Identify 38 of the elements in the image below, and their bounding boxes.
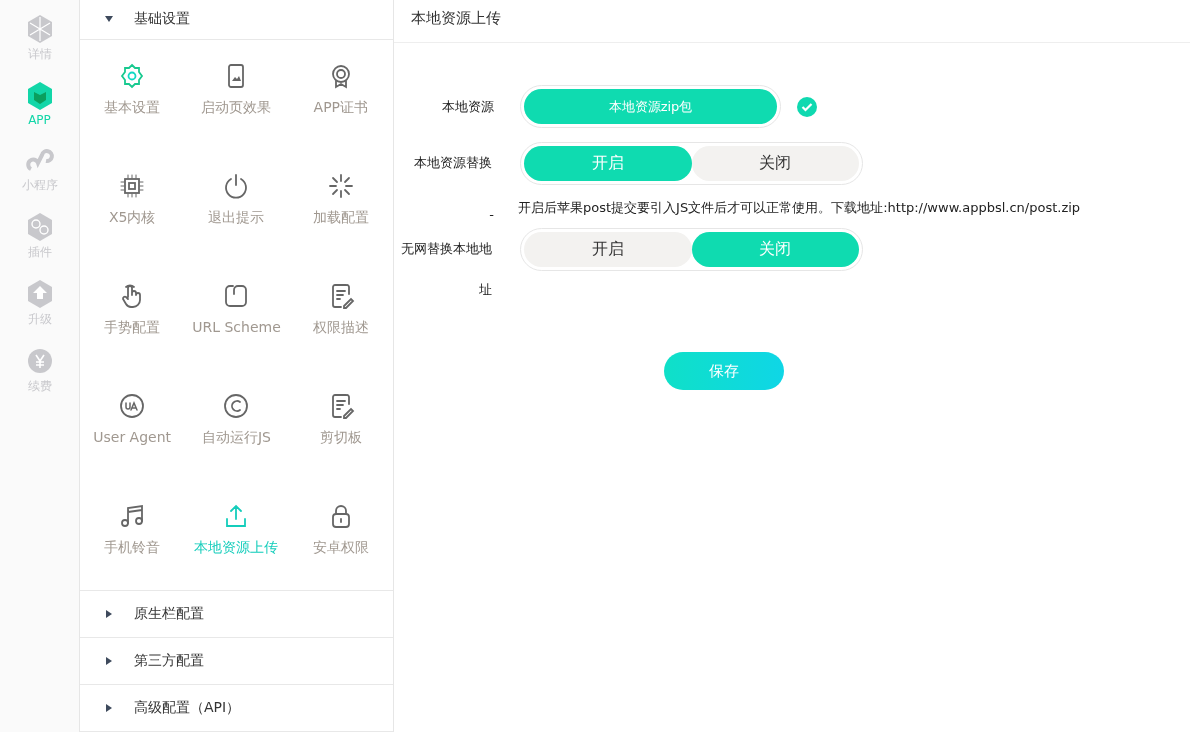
upload-button[interactable]: 本地资源zip包 — [524, 89, 777, 124]
toggle-option[interactable]: 关闭 — [691, 232, 859, 267]
toggle-option[interactable]: 开启 — [524, 146, 692, 181]
field-label: 无网替换本地地址 — [400, 240, 492, 299]
hint-text: 开启后苹果post提交要引入JS文件后才可以正常使用。下载地址:http://www.appbsl.cn/post.zip — [518, 199, 1081, 217]
settings-tile[interactable]: 手势配置 — [80, 259, 185, 370]
settings-tile[interactable]: APP证书 — [288, 39, 393, 150]
settings-tile[interactable]: 退出提示 — [184, 149, 289, 260]
section-header[interactable]: 原生栏配置 — [80, 590, 393, 638]
rail-item[interactable]: APP — [9, 81, 70, 127]
settings-tile[interactable]: 本地资源上传 — [184, 479, 289, 590]
field-label: 本地资源 — [441, 97, 494, 116]
settings-tile[interactable]: User Agent — [80, 369, 185, 480]
settings-tile[interactable]: 剪切板 — [288, 369, 393, 480]
spinner-icon — [326, 171, 355, 200]
section-header[interactable]: 第三方配置 — [80, 637, 393, 685]
field-label: 本地资源替换 — [413, 154, 492, 172]
settings-tile[interactable]: X5内核 — [80, 149, 185, 260]
save-button[interactable]: 保存 — [664, 352, 784, 390]
toggle-option[interactable]: 开启 — [524, 232, 692, 267]
settings-tile[interactable]: 手机铃音 — [80, 479, 185, 590]
section-header[interactable]: 高级配置（API） — [80, 684, 393, 732]
settings-tile[interactable]: 自动运行JS — [184, 369, 289, 480]
settings-tile[interactable]: 启动页效果 — [184, 39, 289, 150]
settings-tile[interactable]: 权限描述 — [288, 259, 393, 370]
copyright-icon — [222, 391, 251, 420]
settings-tile[interactable]: 基本设置 — [80, 39, 185, 150]
ua-circle-icon — [118, 391, 147, 420]
page-title: 本地资源上传 — [394, 0, 1190, 43]
settings-tile[interactable]: 安卓权限 — [288, 479, 393, 590]
toggle-option[interactable]: 关闭 — [691, 146, 859, 181]
settings-tile[interactable]: URL Scheme — [184, 259, 289, 370]
caret-icon — [104, 655, 114, 666]
caret-icon — [104, 608, 114, 619]
field-label: - — [488, 206, 494, 222]
section-header[interactable]: 基础设置 — [80, 0, 393, 40]
settings-tile[interactable]: 加载配置 — [288, 149, 393, 260]
caret-icon — [104, 702, 114, 713]
